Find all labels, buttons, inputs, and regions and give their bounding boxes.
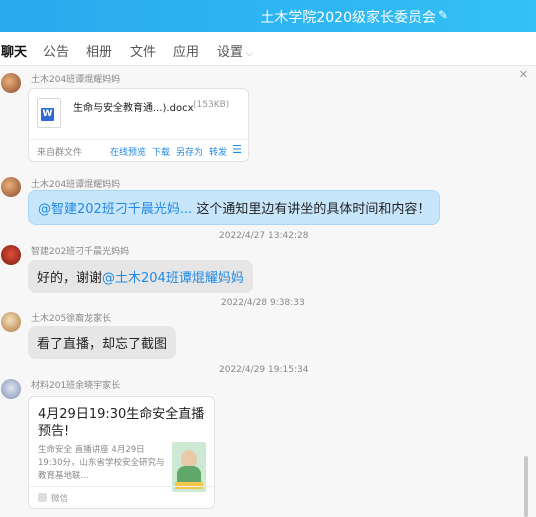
file-name: 生命与安全教育通...).docx	[73, 103, 194, 114]
file-source: 来自群文件	[37, 148, 83, 158]
card-thumbnail	[172, 442, 206, 492]
wechat-icon	[38, 493, 47, 502]
card-source: 微信	[51, 494, 69, 504]
tab-settings[interactable]: 设置 ⌵	[217, 41, 253, 60]
forward-link[interactable]: 转发	[209, 145, 227, 158]
preview-link[interactable]: 在线预览	[110, 145, 146, 158]
mention-link[interactable]: @智建202班刁千晨光妈...	[38, 202, 192, 217]
timestamp: 2022/4/29 19:15:34	[219, 365, 309, 375]
card-footer: 微信	[29, 486, 214, 508]
file-footer: 来自群文件 在线预览 下载 另存为 转发 ☰	[29, 139, 248, 161]
message-bubble[interactable]: 看了直播，却忘了截图	[28, 326, 177, 359]
timestamp: 2022/4/28 9:38:33	[221, 298, 305, 308]
avatar[interactable]	[1, 177, 21, 197]
tab-settings-label: 设置	[217, 45, 244, 60]
card-description: 生命安全 直播讲座 4月29日19:30分，山东省学校安全研究与教育基地联...	[38, 445, 165, 481]
message-bubble[interactable]: 好的，谢谢@土木204班谭焜耀妈妈	[28, 260, 253, 293]
avatar[interactable]	[1, 245, 21, 265]
file-size: (153KB)	[193, 100, 230, 110]
chat-area[interactable]: ✕ 土木204班谭焜耀妈妈 W 生命与安全教育通...).docx (153KB…	[0, 66, 536, 517]
download-link[interactable]: 下载	[152, 145, 170, 158]
group-title: 土木学院2020级家长委员会	[260, 10, 436, 26]
tab-chat[interactable]: 聊天	[1, 41, 28, 69]
tab-announcement[interactable]: 公告	[43, 41, 69, 60]
avatar[interactable]	[1, 312, 21, 332]
chevron-down-icon: ⌵	[246, 49, 253, 59]
avatar[interactable]	[1, 73, 21, 93]
title-bar: 土木学院2020级家长委员会 ✎	[0, 0, 536, 32]
menu-icon[interactable]: ☰	[232, 143, 242, 156]
file-card[interactable]: W 生命与安全教育通...).docx (153KB) 来自群文件 在线预览 下…	[28, 88, 249, 162]
scrollbar[interactable]	[524, 456, 528, 517]
tab-files[interactable]: 文件	[130, 41, 156, 60]
shared-article-card[interactable]: 4月29日19:30生命安全直播预告! 生命安全 直播讲座 4月29日19:30…	[28, 396, 215, 509]
word-doc-icon: W	[37, 98, 61, 128]
message-bubble[interactable]: @智建202班刁千晨光妈... 这个通知里边有讲坐的具体时间和内容！	[28, 190, 441, 225]
mention-link[interactable]: @土木204班谭焜耀妈妈	[102, 271, 244, 286]
sender-name: 智建202班刁千晨光妈妈	[31, 247, 130, 257]
timestamp: 2022/4/27 13:42:28	[219, 231, 309, 241]
message-text: 这个通知里边有讲坐的具体时间和内容！	[196, 202, 431, 217]
avatar[interactable]	[1, 379, 21, 399]
tab-apps[interactable]: 应用	[173, 41, 199, 60]
save-as-link[interactable]: 另存为	[176, 145, 203, 158]
tab-album[interactable]: 相册	[86, 41, 112, 60]
sender-name: 土木204班谭焜耀妈妈	[31, 75, 121, 85]
edit-icon[interactable]: ✎	[438, 8, 448, 22]
sender-name: 土木205徐裔龙家长	[31, 314, 112, 324]
message-text: 看了直播，却忘了截图	[37, 337, 168, 352]
card-title: 4月29日19:30生命安全直播预告!	[38, 407, 205, 439]
close-icon[interactable]: ✕	[519, 68, 528, 81]
tab-bar: 聊天 公告 相册 文件 应用 设置 ⌵	[0, 32, 536, 69]
message-text: 好的，谢谢	[37, 271, 103, 286]
sender-name: 土木204班谭焜耀妈妈	[31, 180, 121, 190]
sender-name: 材料201班余晓宇家长	[31, 381, 121, 391]
